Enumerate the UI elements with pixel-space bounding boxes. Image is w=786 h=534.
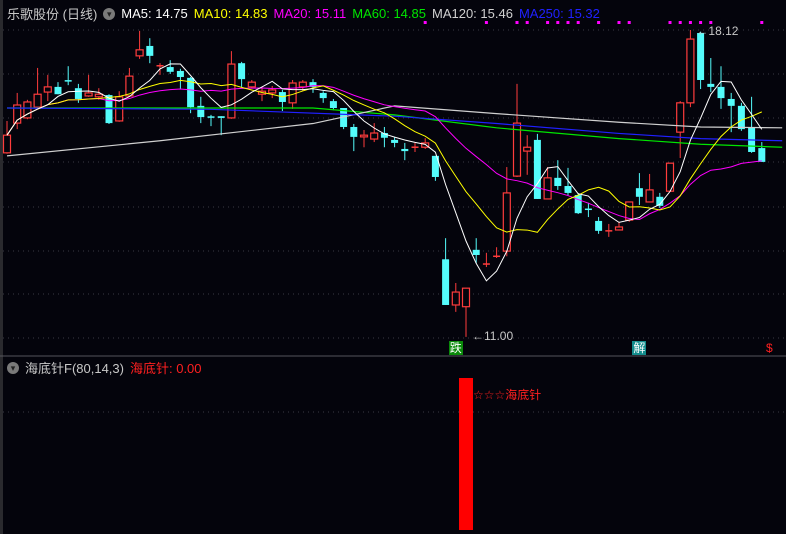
candle-body (94, 93, 103, 98)
ma-legend-list: MA5: 14.75 MA10: 14.83 MA20: 15.11 MA60: 14… (121, 6, 600, 21)
signal-dot (627, 21, 631, 24)
candle-body (84, 92, 93, 97)
signal-dot (678, 21, 682, 24)
candle-body (43, 86, 52, 93)
candle-body (461, 287, 471, 308)
left-border (0, 0, 3, 534)
candle-body (33, 93, 42, 108)
low-price-label: ←11.00 (472, 328, 514, 343)
candle-body (523, 146, 532, 152)
candle-body (238, 63, 246, 80)
ma-legend-item: MA60: 14.85 (352, 6, 426, 21)
candle-body (512, 122, 522, 177)
candle-body (54, 86, 62, 95)
candle-body (697, 33, 705, 80)
signal-marker: $ (766, 341, 773, 355)
candle-body (391, 139, 399, 143)
candle-body (472, 249, 480, 255)
candle-body (74, 88, 82, 99)
candle-body (645, 189, 654, 203)
ma-legend-item: MA10: 14.83 (193, 6, 268, 21)
candle-body (595, 220, 603, 231)
ma-legend-item: MA5: 14.75 (121, 6, 188, 21)
candle-body (635, 188, 643, 197)
candle-body (686, 38, 695, 104)
signal-dot (617, 21, 621, 24)
candle-body (288, 82, 297, 104)
collapse-icon[interactable]: ▾ (103, 7, 116, 20)
candle-body (146, 45, 154, 56)
main-legend: 乐歌股份 (日线) ▾ MA5: 14.75 MA10: 14.83 MA20: 1… (7, 4, 600, 23)
signal-marker: 跌 (448, 341, 463, 355)
candle-body (268, 89, 277, 94)
candle-body (135, 49, 144, 57)
candle-body (166, 67, 174, 72)
candle-body (370, 132, 379, 140)
signal-dot (668, 21, 672, 24)
indicator-signal-text: ☆☆☆海底针 (473, 388, 542, 402)
candle-body (359, 134, 369, 138)
candle-body (2, 134, 12, 154)
candle-body (574, 195, 582, 214)
candle-body (707, 83, 715, 87)
candle-body (442, 259, 450, 305)
candle-body (319, 92, 327, 99)
candle-body (737, 105, 745, 130)
candle-body (401, 148, 409, 152)
candlestick-chart (0, 0, 786, 534)
candle-body (533, 139, 541, 199)
ma-legend-item: MA120: 15.46 (431, 6, 513, 21)
candle-body (451, 291, 460, 306)
indicator-title: 海底针F(80,14,3) (25, 361, 124, 376)
candle-body (717, 86, 725, 99)
ma-legend-item: MA250: 15.32 (518, 6, 600, 21)
signal-marker: 解 (632, 341, 647, 355)
candle-body (329, 101, 337, 109)
candle-body (614, 226, 624, 231)
candle-body (758, 148, 766, 162)
indicator-legend: ▾ 海底针F(80,14,3) 海底针: 0.00 (7, 358, 202, 377)
candle-body (564, 186, 572, 193)
candle-body (217, 116, 225, 118)
candle-body (247, 81, 256, 88)
candle-body (298, 81, 307, 88)
stock-title: 乐歌股份 (日线) (7, 7, 98, 22)
candle-body (676, 102, 685, 133)
indicator-bar (459, 378, 473, 530)
indicator-value: 海底针: 0.00 (129, 361, 202, 376)
high-price-label: ←18.12 (696, 24, 739, 38)
ma-legend-item: MA20: 15.11 (273, 6, 347, 21)
candle-body (176, 70, 184, 77)
candle-body (554, 177, 562, 187)
candle-body (727, 98, 735, 106)
signal-dot (760, 21, 764, 24)
candle-body (350, 126, 358, 137)
signal-dot (688, 21, 692, 24)
candle-body (543, 177, 552, 200)
collapse-icon[interactable]: ▾ (7, 361, 19, 374)
